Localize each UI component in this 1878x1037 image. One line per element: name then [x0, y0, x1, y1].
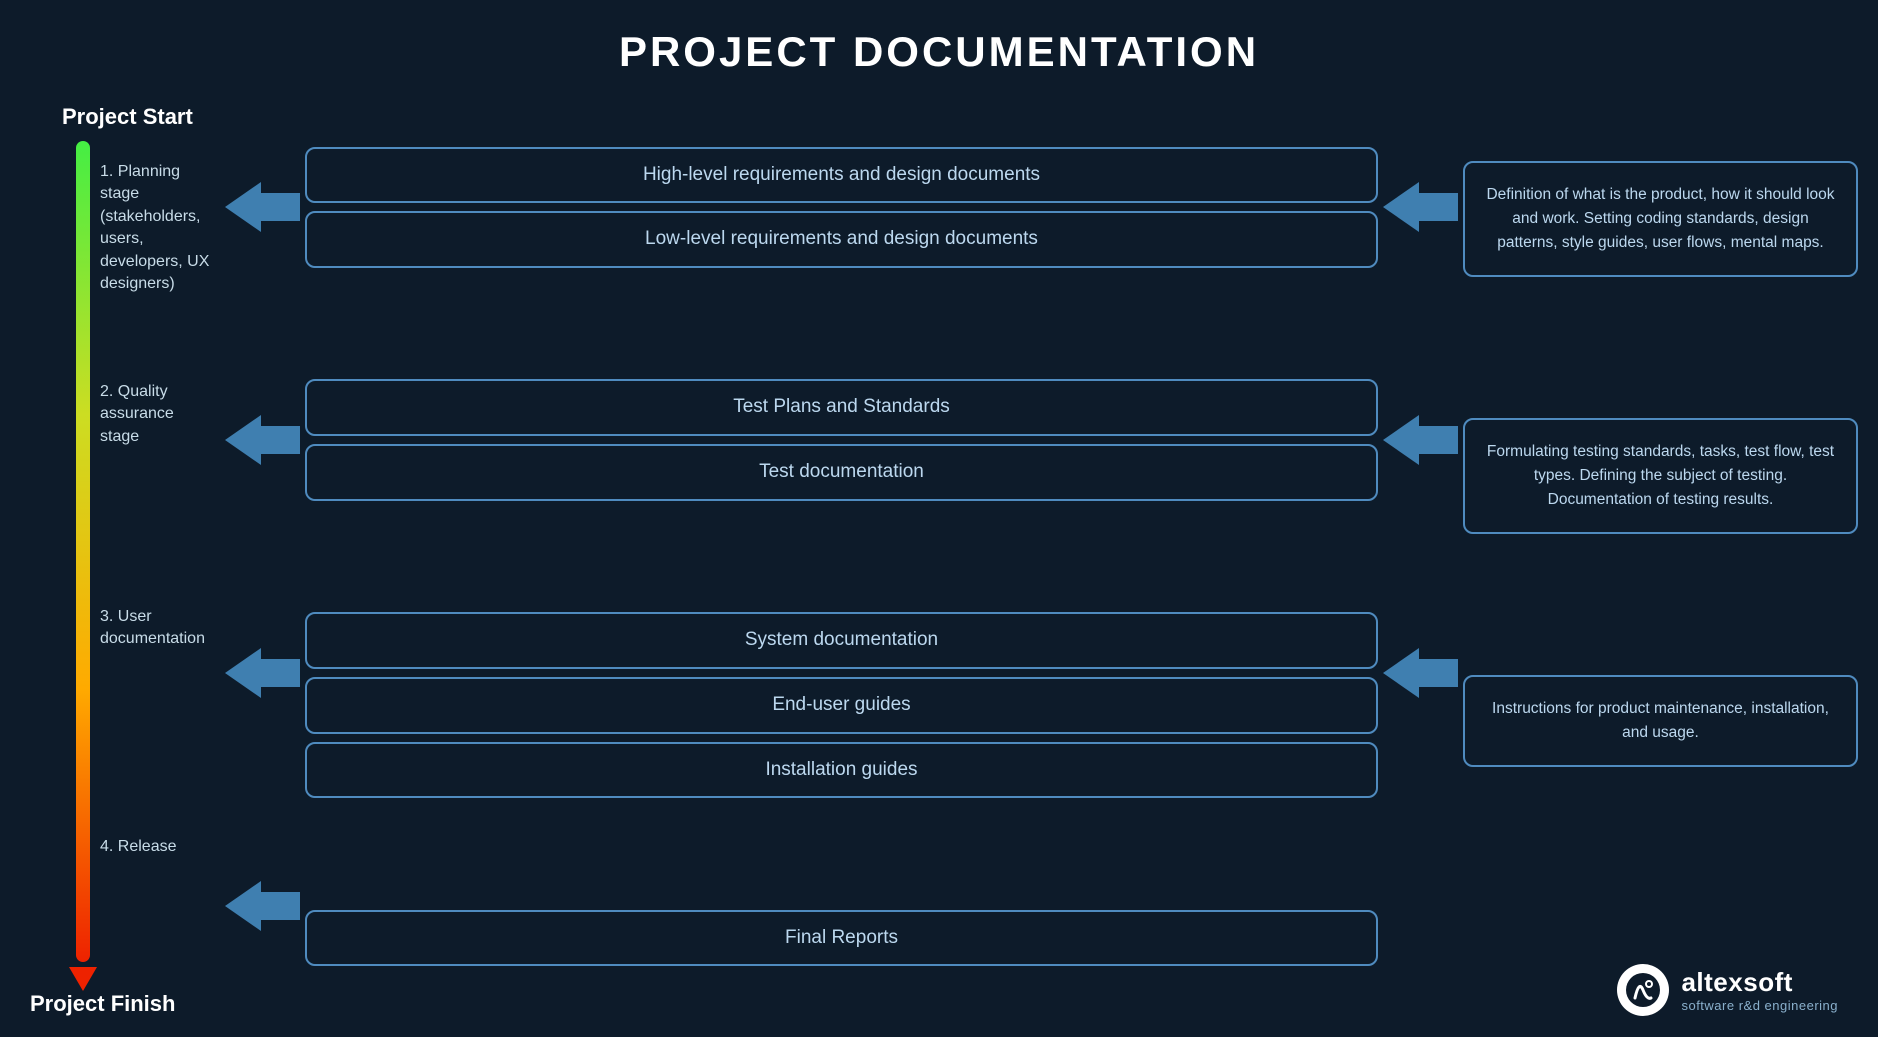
logo-text: altexsoft software r&d engineering [1681, 967, 1838, 1013]
arrow-body [254, 426, 300, 454]
center-wrapper: High-level requirements and design docum… [220, 86, 1858, 1027]
arrow-body [1412, 193, 1458, 221]
desc-box-3: Instructions for product maintenance, in… [1463, 675, 1858, 767]
desc-box-1: Definition of what is the product, how i… [1463, 161, 1858, 277]
logo-area: altexsoft software r&d engineering [1617, 964, 1838, 1016]
arrow-body [1412, 659, 1458, 687]
left-arrow-1a [225, 182, 300, 232]
doc-group-4: Final Reports [305, 910, 1378, 967]
doc-box-3-2: End-user guides [305, 677, 1378, 734]
stage-label-3: 3. User documentation [100, 606, 215, 651]
left-arrow-3a [225, 648, 300, 698]
arrow-body [254, 193, 300, 221]
project-start-label: Project Start [62, 104, 193, 130]
left-arrow-2a [225, 415, 300, 465]
desc-box-2: Formulating testing standards, tasks, te… [1463, 418, 1858, 534]
left-arrows-area [220, 86, 305, 1027]
arrow-body [1412, 426, 1458, 454]
left-arrow-4a [225, 881, 300, 931]
desc-area: Definition of what is the product, how i… [1463, 86, 1858, 1027]
logo-icon [1617, 964, 1669, 1016]
doc-group-1: High-level requirements and design docum… [305, 147, 1378, 268]
page-title: PROJECT DOCUMENTATION [0, 0, 1878, 86]
logo-subtitle: software r&d engineering [1681, 998, 1838, 1013]
stage-label-2: 2. Quality assurance stage [100, 381, 215, 448]
arrow-body [1412, 892, 1458, 920]
doc-box-1-2: Low-level requirements and design docume… [305, 211, 1378, 268]
doc-box-2-1: Test Plans and Standards [305, 379, 1378, 436]
stage-label-4: 4. Release [100, 836, 177, 858]
arrow-body [254, 659, 300, 687]
arrow-body [254, 892, 300, 920]
right-arrow-4-placeholder [1383, 881, 1458, 931]
right-arrow-3 [1383, 648, 1458, 698]
doc-box-1-1: High-level requirements and design docum… [305, 147, 1378, 204]
timeline-arrow-tip [69, 967, 97, 991]
doc-box-2-2: Test documentation [305, 444, 1378, 501]
stage-label-1: 1. Planning stage (stakeholders, users, … [100, 161, 215, 295]
logo-name: altexsoft [1681, 967, 1838, 998]
right-arrows-area [1378, 86, 1463, 1027]
timeline: Project Start Project Finish 1. Planning… [20, 86, 220, 1027]
project-finish-label: Project Finish [30, 991, 175, 1017]
doc-box-4-1: Final Reports [305, 910, 1378, 967]
right-arrow-2 [1383, 415, 1458, 465]
docs-area: High-level requirements and design docum… [305, 86, 1378, 1027]
doc-box-3-3: Installation guides [305, 742, 1378, 799]
right-arrow-1 [1383, 182, 1458, 232]
doc-box-3-1: System documentation [305, 612, 1378, 669]
timeline-line [76, 141, 90, 962]
doc-group-3: System documentation End-user guides Ins… [305, 612, 1378, 798]
doc-group-2: Test Plans and Standards Test documentat… [305, 379, 1378, 500]
